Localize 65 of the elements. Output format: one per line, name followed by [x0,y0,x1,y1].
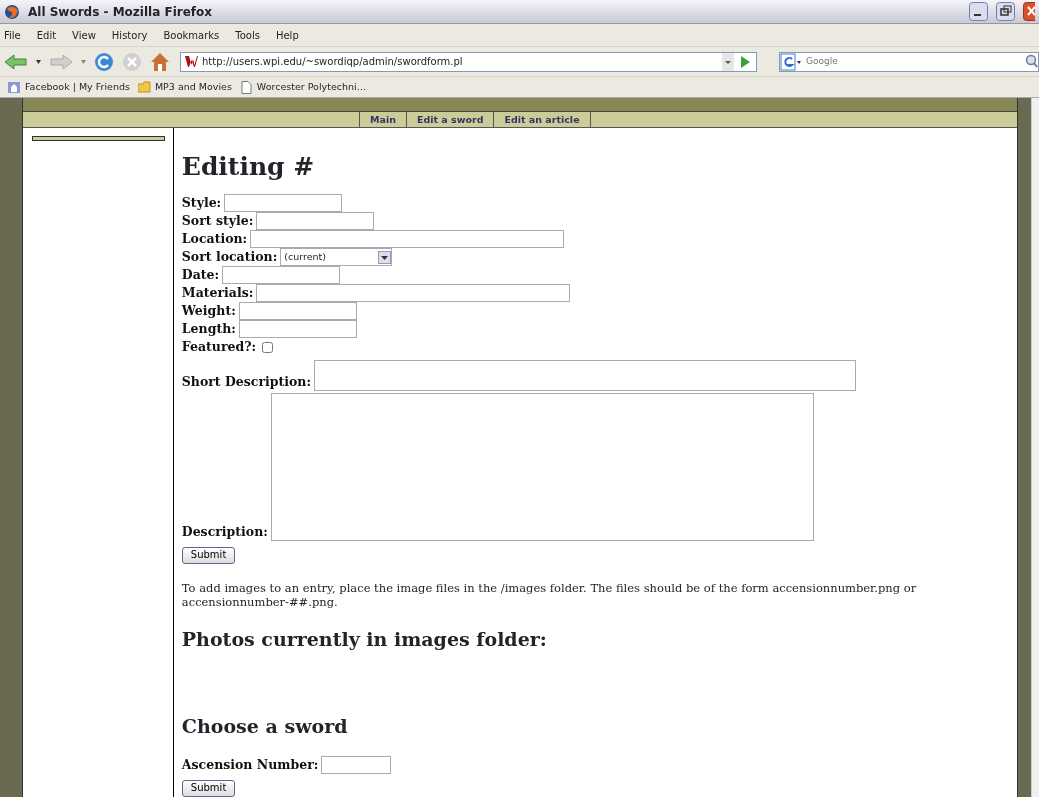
nav-link[interactable]: Edit a sword [405,112,494,127]
back-arrow-icon[interactable] [4,52,28,71]
search-field[interactable]: Google [779,51,1039,72]
site-logo-icon [185,55,198,68]
field-label: Materials: [181,284,254,302]
menu-item[interactable]: Help [275,27,299,43]
help-text: To add images to an entry, place the image files in the /images folder. The files should be of the form accensionnumber.png or accensionnumber-##.png. [181,581,918,609]
search-icon[interactable] [1024,53,1038,70]
maximize-icon[interactable] [996,2,1015,21]
field-label: Date: [181,266,220,284]
close-icon[interactable] [1023,2,1035,21]
field-label: Description: [181,523,268,541]
field-label: Weight: [181,302,236,320]
field-label: Featured?: [181,338,257,356]
bookmark-item[interactable]: Worcester Polytechni… [239,79,367,95]
stop-icon[interactable] [122,51,142,72]
page-heading: Editing # [181,152,316,182]
page-icon [239,80,253,94]
field-label: Style: [181,194,222,212]
field-label: Location: [181,230,248,248]
scrollbar[interactable] [1030,98,1039,797]
select-field[interactable]: (current) [280,248,393,266]
site-icon [8,80,21,94]
window-title: All Swords - Mozilla Firefox [28,3,213,21]
minimize-icon[interactable] [969,2,988,21]
submit-button[interactable]: Submit [181,779,236,797]
input-field[interactable] [250,230,565,248]
field-label: Sort style: [181,212,254,230]
input-field[interactable] [314,360,857,391]
search-engine-icon[interactable] [780,52,802,71]
field-label: Short Description: [181,373,312,391]
checkbox[interactable] [262,341,274,353]
field-label: Length: [181,320,236,338]
input-field[interactable] [238,320,357,338]
forward-arrow-icon[interactable] [49,52,73,71]
bookmark-item[interactable]: MP3 and Movies [137,79,232,95]
firefox-logo-icon [4,3,20,20]
input-field[interactable] [256,212,375,230]
dropdown-icon[interactable] [378,250,392,264]
menu-item[interactable]: View [72,27,96,43]
nav-link[interactable]: Edit an article [493,112,591,127]
menu-item[interactable]: File [4,27,21,43]
input-field[interactable] [224,194,343,212]
input-field[interactable] [321,756,392,774]
field-label: Sort location: [181,248,278,266]
folder-icon [137,80,151,94]
reload-icon[interactable] [94,51,114,72]
submit-button[interactable]: Submit [181,546,236,564]
input-field[interactable] [256,284,571,302]
nav-link[interactable]: Main [359,112,406,127]
input-field[interactable] [238,302,357,320]
caret-icon[interactable] [36,59,41,64]
menu-item[interactable]: Tools [235,27,260,43]
field-label: Ascension Number: [181,756,319,774]
menu-item[interactable]: Edit [36,27,57,43]
section-heading: Photos currently in images folder: [181,627,548,652]
input-field[interactable] [222,266,341,284]
menu-item[interactable]: Bookmarks [163,27,220,43]
home-icon[interactable] [150,51,170,72]
url-field[interactable]: http://users.wpi.edu/~swordiqp/admin/swordform.pl [180,51,757,72]
dropdown-icon[interactable] [722,52,734,71]
menu-item[interactable]: History [111,27,148,43]
url-text: http://users.wpi.edu/~swordiqp/admin/swordform.pl [202,55,464,69]
bookmark-item[interactable]: Facebook | My Friends [8,79,130,95]
section-heading: Choose a sword [181,713,349,739]
